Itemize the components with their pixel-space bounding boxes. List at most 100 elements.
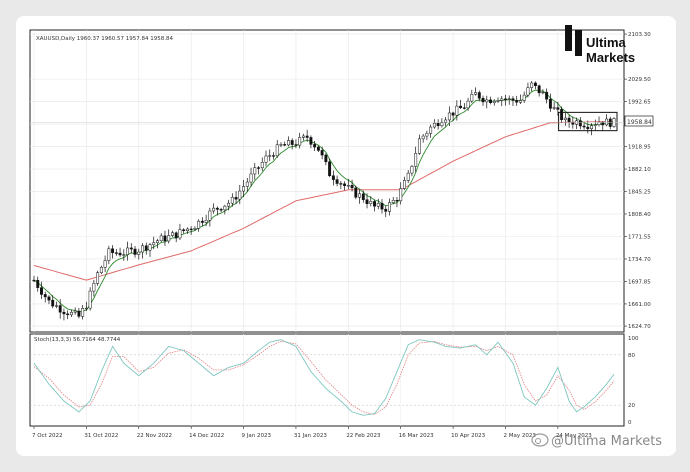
chart-canvas: 2103.302029.501992.651955.801918.951882.… — [29, 25, 662, 449]
brand-line2: Markets — [586, 50, 635, 65]
stoch-tick-label: 20 — [628, 403, 635, 409]
candle-body — [447, 112, 451, 121]
candle-body — [230, 197, 234, 204]
candle-body — [40, 287, 43, 295]
candle-body — [73, 310, 77, 313]
candle-body — [253, 167, 257, 175]
candle-body — [107, 248, 111, 261]
candle-body — [548, 98, 552, 109]
candle-body — [283, 144, 287, 146]
candle-body — [477, 92, 481, 99]
candle-body — [335, 179, 339, 184]
candle-body — [163, 235, 167, 242]
candle-body — [350, 185, 354, 189]
candle-body — [268, 155, 272, 157]
candle-body — [597, 122, 601, 126]
candle-body — [459, 105, 463, 108]
candle-body — [55, 305, 58, 307]
candle-body — [272, 155, 275, 157]
candle-body — [287, 140, 290, 146]
symbol-header: XAUUSD,Daily 1960.37 1960.57 1957.84 195… — [36, 36, 173, 42]
candle-body — [432, 122, 436, 128]
candle-body — [257, 167, 260, 169]
candle-body — [369, 201, 373, 204]
y-tick-label: 1734.70 — [628, 257, 651, 263]
candle-body — [556, 107, 560, 110]
candle-body — [309, 137, 313, 145]
candle-body — [260, 161, 264, 169]
candle-body — [298, 137, 302, 146]
y-tick-label: 1918.95 — [628, 145, 651, 151]
candle-body — [185, 228, 189, 232]
candle-body — [96, 272, 100, 284]
x-tick-label: 9 Jan 2023 — [242, 433, 272, 439]
stoch-tick-label: 100 — [628, 336, 639, 342]
candle-body — [593, 124, 597, 126]
candle-body — [137, 251, 141, 255]
candle-body — [354, 187, 358, 198]
candle-body — [485, 99, 489, 103]
candle-body — [238, 190, 242, 200]
y-tick-label: 1882.10 — [628, 167, 651, 173]
x-tick-label: 31 Oct 2022 — [84, 433, 118, 439]
candle-body — [511, 98, 515, 101]
candle-body — [436, 122, 440, 127]
candle-body — [294, 144, 298, 146]
candle-body — [129, 247, 133, 250]
candle-body — [578, 120, 582, 127]
candle-body — [358, 193, 361, 198]
candle-body — [69, 311, 73, 316]
x-tick-label: 14 Dec 2022 — [189, 433, 224, 439]
candle-body — [156, 240, 159, 243]
x-tick-label: 31 Jan 2023 — [294, 433, 327, 439]
candle-body — [417, 138, 421, 154]
candle-body — [111, 248, 115, 253]
candle-body — [331, 175, 335, 180]
x-tick-label: 7 Oct 2022 — [32, 433, 63, 439]
candle-body — [533, 82, 537, 87]
candle-body — [440, 122, 444, 127]
candle-body — [189, 228, 193, 231]
candle-body — [328, 161, 332, 176]
candle-body — [567, 117, 571, 123]
candle-body — [242, 186, 245, 192]
candle-body — [601, 122, 605, 126]
candle-body — [182, 229, 186, 232]
candle-body — [66, 313, 70, 316]
candle-body — [395, 200, 399, 202]
candle-body — [500, 98, 504, 101]
stoch-label: Stoch(13,3,3) 56.7164 48.7744 — [34, 337, 121, 343]
candle-body — [507, 98, 511, 100]
candle-body — [133, 248, 137, 255]
candle-body — [522, 94, 526, 101]
candle-body — [178, 229, 182, 239]
candle-body — [361, 193, 365, 200]
weibo-icon — [531, 433, 549, 447]
stoch-panel — [29, 333, 625, 427]
candle-body — [171, 232, 174, 236]
candle-body — [174, 232, 178, 239]
current-price-label: 1958.84 — [627, 119, 652, 126]
candle — [612, 117, 616, 128]
candle-body — [339, 183, 343, 185]
candle-body — [305, 135, 309, 138]
candle-body — [586, 126, 590, 130]
price-panel — [29, 29, 625, 333]
candle-body — [414, 153, 418, 167]
candle-body — [144, 245, 148, 251]
candle-body — [43, 294, 47, 298]
candle-body — [590, 125, 593, 130]
candle-body — [320, 150, 324, 156]
candle-body — [451, 112, 455, 116]
candle-body — [474, 92, 477, 95]
candle-body — [545, 91, 549, 100]
x-tick-label: 22 Feb 2023 — [346, 433, 381, 439]
candle-body — [227, 202, 231, 207]
candle-body — [58, 305, 62, 313]
candle-body — [126, 247, 129, 255]
candle-body — [324, 154, 328, 163]
candle-body — [466, 100, 470, 109]
candle-body — [515, 100, 519, 103]
candle-body — [384, 208, 388, 212]
candle-body — [376, 203, 380, 207]
